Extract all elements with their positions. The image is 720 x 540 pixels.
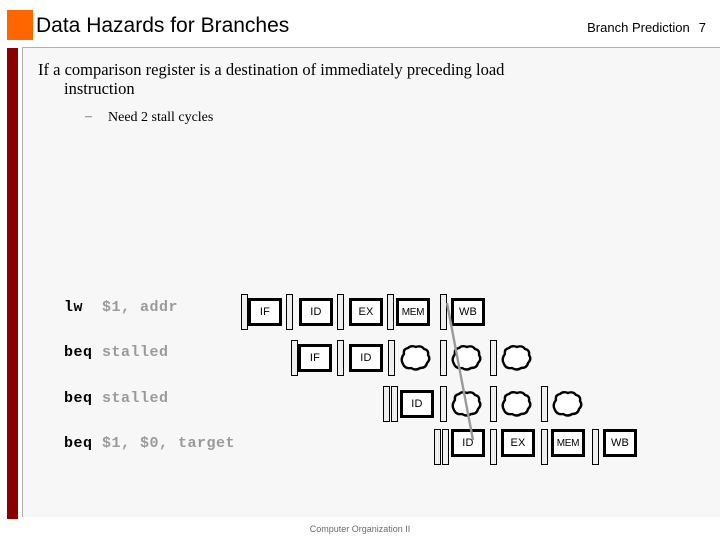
bullet-level-2-text: Need 2 stall cycles: [108, 110, 214, 125]
bullet-list: If a comparison register is a destinatio…: [38, 60, 678, 126]
bullet-level-1: If a comparison register is a destinatio…: [38, 60, 678, 98]
bullet-level-2: – Need 2 stall cycles: [38, 109, 678, 126]
slide-canvas: Data Hazards for Branches Branch Predict…: [0, 0, 720, 540]
header-subtitle: Branch Prediction 7: [587, 20, 706, 35]
footer-text: Computer Organization II: [309, 524, 411, 534]
bullet-level-1-line-1: If a comparison register is a destinatio…: [38, 60, 505, 79]
slide-number: 7: [698, 20, 706, 35]
left-spine-bar: [7, 48, 18, 519]
bullet-level-1-line-2: instruction: [64, 79, 135, 98]
page-title: Data Hazards for Branches: [36, 14, 290, 37]
header-subtitle-text: Branch Prediction: [587, 20, 690, 35]
bullet-dash-icon: –: [85, 109, 92, 124]
header-accent-square: [7, 10, 33, 40]
